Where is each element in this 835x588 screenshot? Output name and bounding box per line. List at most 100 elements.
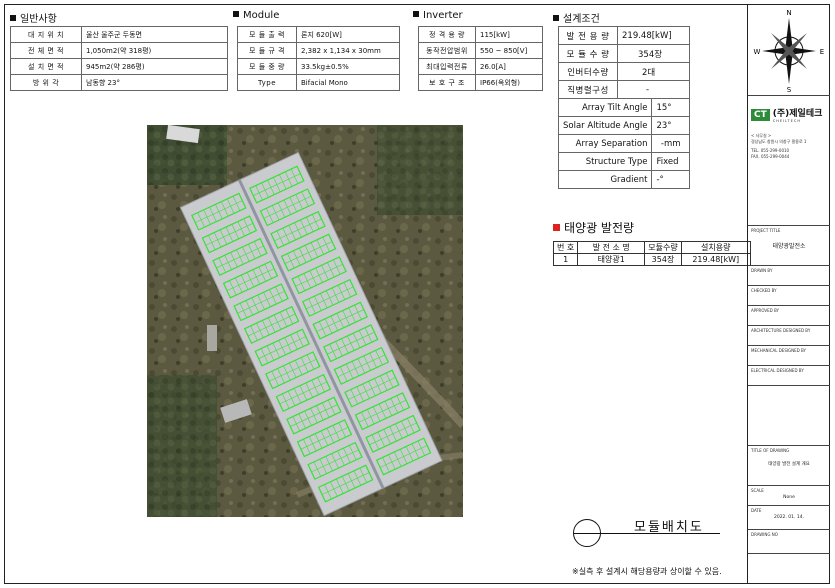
general-key: 설 치 면 적 xyxy=(10,58,82,75)
inverter-table: 정 격 용 량 115[kW] 동작전압범위 550 ~ 850[V] 최대입력전류… xyxy=(418,26,543,91)
design-value: - xyxy=(617,80,690,99)
company-logo: CT xyxy=(751,108,770,121)
bullet-square-icon xyxy=(10,15,16,21)
general-key: 방 위 각 xyxy=(10,74,82,91)
table-header-row: 번 호 발 전 소 명 모듈수량 설치용량 xyxy=(552,241,751,254)
design-key: 모 듈 수 량 xyxy=(558,44,618,63)
module-value: 33.5kg±0.5% xyxy=(296,58,400,75)
compass-n-label: N xyxy=(786,9,791,17)
design-angle-key: Array Tilt Angle xyxy=(557,98,653,117)
module-value: 2,382 x 1,134 x 30mm xyxy=(296,42,400,59)
scale-value: None xyxy=(783,495,795,500)
general-key: 대 지 위 치 xyxy=(10,26,82,43)
generation-table: 번 호 발 전 소 명 모듈수량 설치용량 1 태양광1 354장 219.48… xyxy=(552,241,751,266)
table-cell: 354장 xyxy=(644,253,682,266)
company-sub: CHEILTECH xyxy=(772,119,801,123)
table-header: 모듈수량 xyxy=(644,241,682,254)
general-value: 울산 울주군 두동면 xyxy=(81,26,228,43)
design-value: 354장 xyxy=(617,44,690,63)
notes-box xyxy=(748,386,830,446)
generation-title: 태양광 발전량 xyxy=(553,219,634,236)
table-cell: 219.48[kW] xyxy=(680,253,751,266)
design-angle-value: 23° xyxy=(651,116,690,135)
title-block: N S W E CT (주)제일테크 CHEILTECH < 사무실 > 경상남… xyxy=(747,4,830,584)
design-key: 직병렬구성 xyxy=(558,80,618,99)
inverter-key: 정 격 용 량 xyxy=(418,26,476,43)
design-angle-value: -mm xyxy=(651,134,690,153)
approved-by-box: APPROVED BY xyxy=(748,306,830,326)
company-name: (주)제일테크 xyxy=(772,109,823,119)
scale-box: SCALE None xyxy=(748,486,830,506)
compass-box: N S W E xyxy=(748,4,830,96)
design-section-title: 설계조건 xyxy=(553,10,600,25)
module-key: 모 듈 중 량 xyxy=(237,58,297,75)
bullet-square-icon xyxy=(233,11,239,17)
module-key: Type xyxy=(237,74,297,91)
date-box: DATE 2022. 01. 14. xyxy=(748,506,830,530)
inverter-value: IP66(옥외형) xyxy=(475,74,543,91)
company-box: CT (주)제일테크 CHEILTECH < 사무실 > 경상남도 창원시 의창… xyxy=(748,96,830,226)
drawing-title-box: TITLE OF DRAWING 태양광 발전 설계 개요 xyxy=(748,446,830,486)
design-angle-table: Array Tilt Angle 15° Solar Altitude Angle… xyxy=(557,98,690,189)
checked-by-box: CHECKED BY xyxy=(748,286,830,306)
module-value: 론지 620[W] xyxy=(296,26,400,43)
module-key: 모 듈 출 력 xyxy=(237,26,297,43)
bullet-square-icon xyxy=(553,15,559,21)
design-key: 발 전 용 량 xyxy=(558,26,618,45)
inverter-key: 동작전압범위 xyxy=(418,42,476,59)
aerial-module-layout-image xyxy=(147,125,463,517)
table-cell: 태양광1 xyxy=(577,253,646,266)
module-value: Bifacial Mono xyxy=(296,74,400,91)
date-value: 2022. 01. 14. xyxy=(773,515,805,520)
compass-w-label: W xyxy=(754,48,761,56)
table-row: 1 태양광1 354장 219.48[kW] xyxy=(552,253,751,266)
module-key: 모 듈 규 격 xyxy=(237,42,297,59)
bullet-square-icon xyxy=(413,11,419,17)
table-cell: 1 xyxy=(552,253,579,266)
design-table: 발 전 용 량 219.48[kW] 모 듈 수 량 354장 인버터수량 2대 직병… xyxy=(558,26,690,99)
general-key: 전 체 면 적 xyxy=(10,42,82,59)
electrical-box: ELECTRICAL DESIGNED BY xyxy=(748,366,830,386)
project-title: 태양광발전소 xyxy=(772,243,806,250)
inverter-key: 최대입력전류 xyxy=(418,58,476,75)
table-header: 설치용량 xyxy=(680,241,751,254)
inverter-value: 115[kW] xyxy=(475,26,543,43)
general-value: 남동향 23° xyxy=(81,74,228,91)
drawing-title: 모듈배치도 xyxy=(634,520,704,535)
general-value: 1,050m2(약 318평) xyxy=(81,42,228,59)
inverter-value: 26.0[A] xyxy=(475,58,543,75)
module-table: 모 듈 출 력 론지 620[W] 모 듈 규 격 2,382 x 1,134 x … xyxy=(237,26,400,91)
project-title-box: PROJECT TITLE 태양광발전소 xyxy=(748,226,830,266)
design-key: 인버터수량 xyxy=(558,62,618,81)
red-bullet-icon xyxy=(553,224,560,231)
drawing-title-value: 태양광 발전 설계 개요 xyxy=(768,462,810,467)
general-section-title: 일반사항 xyxy=(10,10,57,25)
inverter-section-title: Inverter xyxy=(413,10,463,21)
design-angle-key: Solar Altitude Angle xyxy=(557,116,653,135)
drawing-no-box: DRAWING NO xyxy=(748,530,830,554)
table-header: 발 전 소 명 xyxy=(577,241,646,254)
mechanical-box: MECHANICAL DESIGNED BY xyxy=(748,346,830,366)
module-section-title: Module xyxy=(233,10,279,21)
survey-note: ※실측 후 설계시 해당용량과 상이할 수 있음. xyxy=(572,567,722,576)
design-value: 2대 xyxy=(617,62,690,81)
design-value: 219.48[kW] xyxy=(617,26,690,45)
design-angle-value: 15° xyxy=(651,98,690,117)
design-angle-value: -° xyxy=(651,170,690,189)
table-header: 번 호 xyxy=(552,241,579,254)
general-value: 945m2(약 286평) xyxy=(81,58,228,75)
inverter-key: 보 호 구 조 xyxy=(418,74,476,91)
design-angle-key: Gradient xyxy=(557,170,653,189)
compass-s-label: S xyxy=(787,86,792,94)
inverter-value: 550 ~ 850[V] xyxy=(475,42,543,59)
design-angle-key: Structure Type xyxy=(557,152,653,171)
design-angle-value: Fixed xyxy=(651,152,690,171)
compass-e-label: E xyxy=(820,48,824,56)
architecture-box: ARCHITECTURE DESIGNED BY xyxy=(748,326,830,346)
company-fax: FAX. 055-299-0044 xyxy=(751,154,790,159)
drawn-by-box: DRAWN BY xyxy=(748,266,830,286)
aerial-map-svg xyxy=(147,125,463,517)
general-table: 대 지 위 치 울산 울주군 두동면 전 체 면 적 1,050m2(약 318평)… xyxy=(10,26,228,91)
design-angle-key: Array Separation xyxy=(557,134,653,153)
company-address: 경상남도 창원시 의창구 팔용로 1 xyxy=(751,139,807,144)
